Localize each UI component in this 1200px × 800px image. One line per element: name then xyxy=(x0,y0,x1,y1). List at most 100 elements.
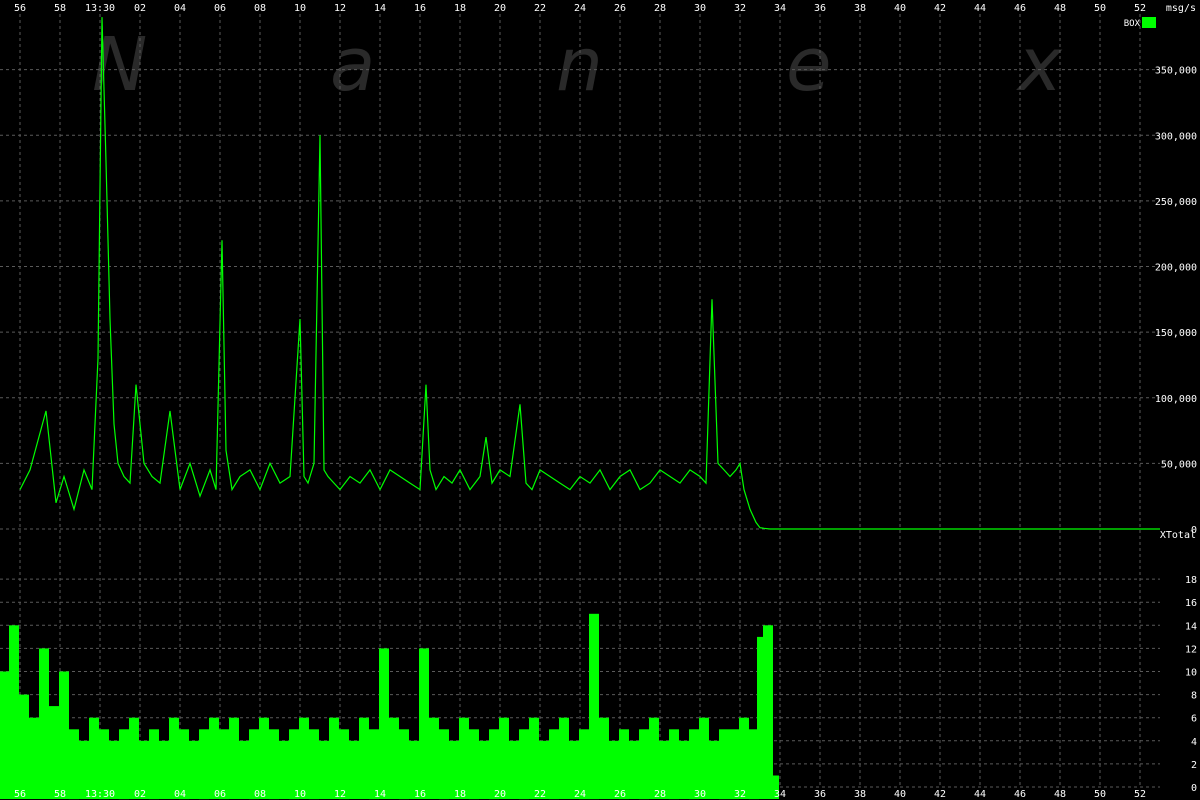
x-tick-label-top: 56 xyxy=(14,3,26,14)
xtotal-bar xyxy=(259,717,269,799)
x-tick-label-bottom: 24 xyxy=(574,789,586,800)
x-tick-label-top: 58 xyxy=(54,3,66,14)
lower-y-tick-label: 2 xyxy=(1191,760,1197,771)
xtotal-bar xyxy=(189,740,199,799)
x-tick-label-top: 13:30 xyxy=(85,3,115,14)
x-tick-label-bottom: 38 xyxy=(854,789,866,800)
xtotal-bar xyxy=(159,740,169,799)
x-tick-label-bottom: 28 xyxy=(654,789,666,800)
x-tick-label-bottom: 12 xyxy=(334,789,346,800)
xtotal-bar xyxy=(549,729,559,800)
x-tick-label-bottom: 42 xyxy=(934,789,946,800)
lower-y-tick-label: 6 xyxy=(1191,714,1197,725)
xtotal-bar xyxy=(459,717,469,799)
x-tick-label-bottom: 02 xyxy=(134,789,146,800)
xtotal-bar xyxy=(429,717,439,799)
xtotal-bar xyxy=(639,729,649,800)
x-tick-label-top: 22 xyxy=(534,3,546,14)
lower-y-tick-label: 0 xyxy=(1191,783,1197,794)
xtotal-bar xyxy=(629,740,639,799)
upper-y-label: msg/s xyxy=(1166,3,1196,14)
x-tick-label-bottom: 16 xyxy=(414,789,426,800)
legend: BOX xyxy=(1124,17,1156,29)
x-tick-label-bottom: 44 xyxy=(974,789,986,800)
x-tick-label-bottom: 22 xyxy=(534,789,546,800)
x-tick-label-top: 34 xyxy=(774,3,786,14)
upper-y-tick-label: 50,000 xyxy=(1161,459,1197,470)
xtotal-bar xyxy=(389,717,399,799)
x-tick-label-top: 36 xyxy=(814,3,826,14)
lower-y-tick-label: 18 xyxy=(1185,575,1197,586)
upper-y-tick-label: 250,000 xyxy=(1155,197,1197,208)
x-tick-label-top: 20 xyxy=(494,3,506,14)
xtotal-bar xyxy=(599,717,609,799)
x-tick-label-bottom: 32 xyxy=(734,789,746,800)
x-tick-label-top: 08 xyxy=(254,3,266,14)
x-tick-label-top: 04 xyxy=(174,3,186,14)
xtotal-bar xyxy=(479,740,489,799)
lower-y-label: XTotal xyxy=(1160,530,1196,541)
xtotal-bar xyxy=(129,717,139,799)
x-tick-label-bottom: 40 xyxy=(894,789,906,800)
xtotal-bar xyxy=(499,717,509,799)
xtotal-bar xyxy=(649,717,659,799)
xtotal-bar xyxy=(669,729,679,800)
x-tick-label-top: 26 xyxy=(614,3,626,14)
xtotal-bar xyxy=(199,729,209,800)
xtotal-bar xyxy=(699,717,709,799)
xtotal-bar xyxy=(0,671,9,799)
xtotal-bar xyxy=(329,717,339,799)
x-tick-label-top: 50 xyxy=(1094,3,1106,14)
xtotal-bar xyxy=(229,717,239,799)
upper-y-tick-label: 200,000 xyxy=(1155,263,1197,274)
xtotal-bar xyxy=(529,717,539,799)
xtotal-bar xyxy=(359,717,369,799)
lower-y-tick-label: 8 xyxy=(1191,691,1197,702)
upper-y-tick-label: 350,000 xyxy=(1155,66,1197,77)
x-tick-label-top: 44 xyxy=(974,3,986,14)
x-tick-label-top: 14 xyxy=(374,3,386,14)
x-tick-label-bottom: 06 xyxy=(214,789,226,800)
xtotal-bar xyxy=(719,729,729,800)
x-tick-label-top: 10 xyxy=(294,3,306,14)
x-tick-label-bottom: 13:30 xyxy=(85,789,115,800)
x-tick-label-top: 28 xyxy=(654,3,666,14)
xtotal-bar xyxy=(59,671,69,799)
xtotal-bar xyxy=(679,740,689,799)
lower-y-tick-label: 12 xyxy=(1185,644,1197,655)
xtotal-bar xyxy=(119,729,129,800)
x-tick-label-top: 38 xyxy=(854,3,866,14)
xtotal-bar xyxy=(49,706,59,799)
x-tick-label-bottom: 34 xyxy=(774,789,786,800)
upper-y-tick-label: 100,000 xyxy=(1155,394,1197,405)
x-tick-label-top: 18 xyxy=(454,3,466,14)
x-tick-label-bottom: 20 xyxy=(494,789,506,800)
x-tick-label-bottom: 36 xyxy=(814,789,826,800)
legend-swatch-box xyxy=(1142,17,1156,28)
x-tick-label-bottom: 30 xyxy=(694,789,706,800)
x-tick-label-top: 30 xyxy=(694,3,706,14)
watermark-letter: a xyxy=(330,22,375,108)
x-tick-label-bottom: 46 xyxy=(1014,789,1026,800)
xtotal-bar xyxy=(29,717,39,799)
xtotal-bar xyxy=(19,694,29,799)
x-tick-label-bottom: 14 xyxy=(374,789,386,800)
x-tick-label-bottom: 26 xyxy=(614,789,626,800)
xtotal-bar xyxy=(509,740,519,799)
x-tick-label-top: 52 xyxy=(1134,3,1146,14)
chart: Nanex 050,000100,000150,000200,000250,00… xyxy=(0,0,1200,800)
x-tick-label-top: 46 xyxy=(1014,3,1026,14)
x-tick-label-bottom: 08 xyxy=(254,789,266,800)
x-tick-label-top: 12 xyxy=(334,3,346,14)
upper-y-tick-label: 150,000 xyxy=(1155,328,1197,339)
watermark-letter: n xyxy=(556,22,603,108)
x-tick-label-bottom: 58 xyxy=(54,789,66,800)
xtotal-bar xyxy=(559,717,569,799)
xtotal-bar xyxy=(349,740,359,799)
x-tick-label-top: 06 xyxy=(214,3,226,14)
x-tick-label-bottom: 48 xyxy=(1054,789,1066,800)
xtotal-bar xyxy=(9,625,19,799)
watermark-letter: x xyxy=(1016,22,1063,108)
xtotal-bar xyxy=(89,717,99,799)
xtotal-bar xyxy=(309,729,319,800)
